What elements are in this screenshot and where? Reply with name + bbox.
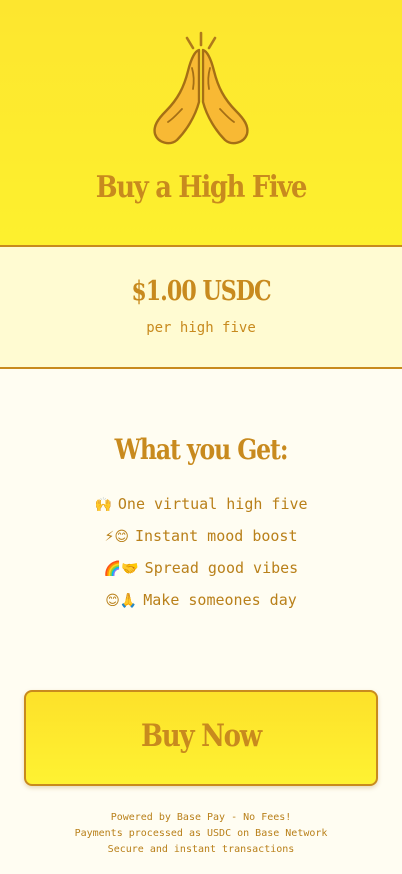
footer: Powered by Base Pay - No Fees! Payments … [0,810,402,858]
benefit-text: Instant mood boost [134,527,298,545]
benefit-text: Make someones day [143,591,297,609]
benefit-text: Spread good vibes [144,559,299,577]
price-unit: per high five [146,320,256,336]
benefits-title: What you Get: [114,433,289,466]
buy-now-button[interactable]: Buy Now [24,690,378,786]
list-item: ⚡😊 Instant mood boost [0,525,402,557]
list-item: 🙌 One virtual high five [0,493,402,525]
hero-section: Buy a High Five [0,0,402,247]
page-title: Buy a High Five [95,170,308,205]
rainbow-handshake-icon: 🌈🤝 [103,561,139,577]
raising-hands-icon: 🙌 [94,497,112,513]
lightning-smile-icon: ⚡😊 [104,529,129,545]
footer-security-note: Secure and instant transactions [107,844,295,855]
list-item: 😊🙏 Make someones day [0,589,402,621]
praying-hands-icon [153,31,249,145]
benefits-list: 🙌 One virtual high five ⚡😊 Instant mood bo… [0,493,402,621]
smile-praying-icon: 😊🙏 [105,593,138,609]
benefits-section: What you Get: 🙌 One virtual high five ⚡😊 I… [0,369,402,689]
price-amount: $1.00 USDC [131,276,271,307]
footer-powered-by: Powered by Base Pay - No Fees! [110,812,292,823]
benefit-text: One virtual high five [117,495,308,513]
price-section: $1.00 USDC per high five [0,247,402,369]
buy-now-label: Buy Now [141,718,262,754]
footer-network-note: Payments processed as USDC on Base Netwo… [74,828,328,839]
list-item: 🌈🤝 Spread good vibes [0,557,402,589]
